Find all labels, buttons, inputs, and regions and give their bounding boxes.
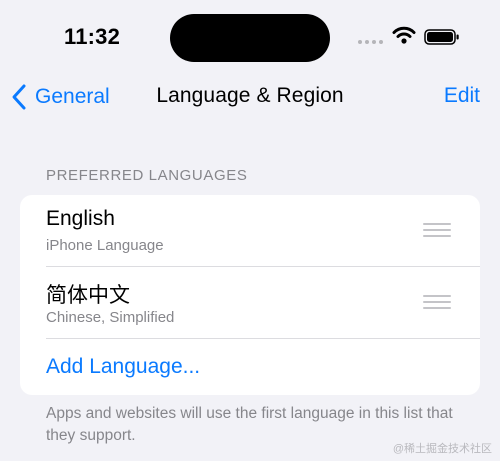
cellular-signal-icon <box>358 40 384 46</box>
language-row-english[interactable]: English iPhone Language <box>20 195 480 267</box>
section-header-preferred-languages: PREFERRED LANGUAGES <box>46 167 248 184</box>
watermark: @稀土掘金技术社区 <box>392 443 492 455</box>
language-list: English iPhone Language 简体中文 Chinese, Si… <box>20 195 480 395</box>
edit-button[interactable]: Edit <box>444 84 480 108</box>
reorder-handle-icon[interactable] <box>423 223 451 237</box>
language-subtitle: iPhone Language <box>46 237 164 254</box>
battery-icon <box>424 29 459 45</box>
add-language-button[interactable]: Add Language... <box>46 355 200 379</box>
status-time: 11:32 <box>64 24 121 49</box>
reorder-handle-icon[interactable] <box>423 295 451 309</box>
page-title: Language & Region <box>156 84 344 107</box>
language-title: English <box>46 207 115 230</box>
add-language-row[interactable]: Add Language... <box>20 339 480 395</box>
language-row-chinese-simplified[interactable]: 简体中文 Chinese, Simplified <box>20 267 480 339</box>
language-title: 简体中文 <box>46 284 130 307</box>
language-subtitle: Chinese, Simplified <box>46 309 175 326</box>
wifi-icon <box>392 26 416 44</box>
dynamic-island <box>170 14 330 62</box>
